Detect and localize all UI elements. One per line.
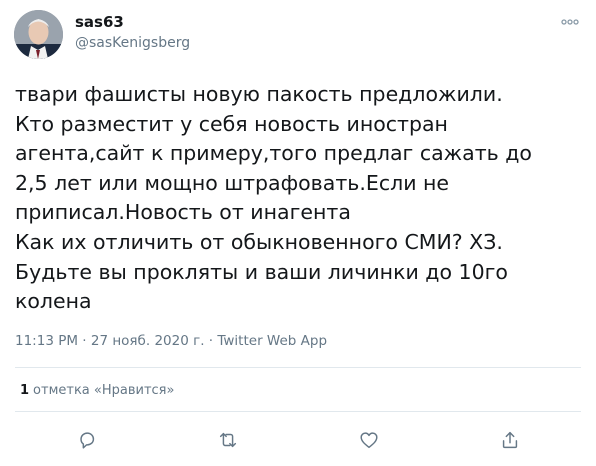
reply-icon (80, 432, 95, 449)
user-avatar-photo-icon (14, 10, 63, 59)
heart-icon (360, 432, 378, 449)
avatar[interactable] (14, 10, 63, 59)
share-icon (502, 431, 518, 449)
tweet-source[interactable]: Twitter Web App (217, 333, 327, 349)
retweet-icon (219, 432, 237, 448)
like-button[interactable] (356, 428, 382, 452)
tweet-line: твари фашисты новую пакость предложили. (15, 82, 503, 106)
tweet-time[interactable]: 11:13 PM (15, 333, 78, 349)
more-options-icon[interactable] (560, 14, 580, 28)
likes-label: отметка «Нравится» (33, 383, 175, 398)
tweet-line: агента,сайт к примеру,того предлаг сажат… (15, 141, 532, 166)
likes-count: 1 (20, 383, 30, 398)
tweet-meta: 11:13 PM · 27 нояб. 2020 г. · Twitter We… (15, 333, 327, 349)
tweet-line: колена (15, 289, 92, 314)
tweet-line: Кто разместит у себя новость иностран (15, 111, 448, 136)
tweet-line: 2,5 лет или мощно штрафовать.Если не (15, 170, 450, 195)
tweet-line: приписал.Новость от инагента (15, 200, 351, 225)
reply-button[interactable] (74, 428, 100, 452)
divider (15, 411, 581, 412)
retweet-button[interactable] (215, 428, 241, 452)
author-display-name[interactable]: sas63 (75, 13, 124, 31)
meta-separator: · (78, 333, 91, 349)
tweet-line: Как их отличить от обыкновенного СМИ? ХЗ… (15, 229, 503, 254)
meta-separator: · (204, 333, 218, 349)
tweet-date[interactable]: 27 нояб. 2020 г. (91, 333, 205, 349)
likes-summary[interactable]: 1 отметка «Нравится» (20, 383, 174, 398)
author-handle[interactable]: @sasKenigsberg (75, 35, 190, 51)
tweet-text: твари фашисты новую пакость предложили. … (15, 80, 585, 317)
share-button[interactable] (497, 428, 523, 452)
divider (15, 367, 581, 368)
tweet-line: Будьте вы прокляты и ваши личинки до 10г… (15, 259, 508, 284)
